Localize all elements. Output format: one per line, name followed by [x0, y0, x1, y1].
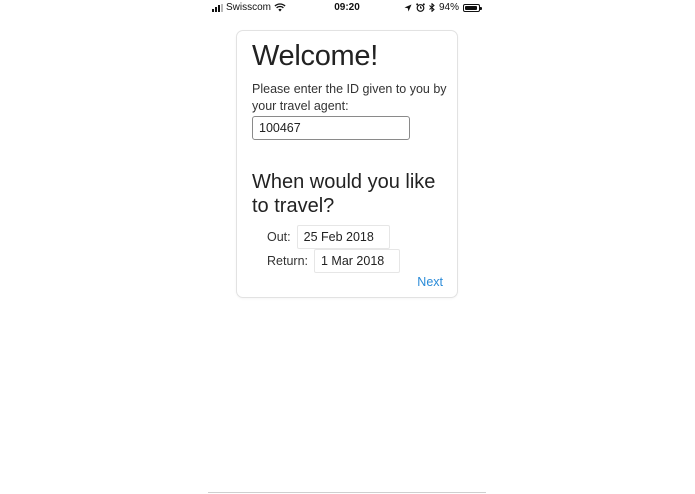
status-right: 94% — [404, 2, 482, 13]
id-prompt: Please enter the ID given to you by your… — [252, 82, 447, 113]
status-bar: Swisscom 09:20 94% — [208, 0, 486, 16]
travel-question: When would you like to travel? — [252, 171, 436, 217]
home-indicator-line — [208, 492, 486, 493]
location-arrow-icon — [404, 4, 412, 11]
battery-fill — [465, 5, 478, 10]
page-title: Welcome! — [252, 40, 378, 72]
return-date-field[interactable]: 1 Mar 2018 — [314, 249, 400, 273]
return-date-label: Return: — [267, 254, 308, 268]
travel-id-input[interactable] — [252, 116, 410, 140]
out-date-field[interactable]: 25 Feb 2018 — [296, 225, 390, 249]
battery-percent: 94% — [438, 2, 459, 13]
out-date-label: Out: — [267, 230, 291, 244]
out-date-row: Out: 25 Feb 2018 — [267, 225, 390, 249]
next-button[interactable]: Next — [417, 275, 443, 289]
return-date-row: Return: 1 Mar 2018 — [267, 249, 400, 273]
alarm-icon — [416, 3, 425, 12]
welcome-card: Welcome! Please enter the ID given to yo… — [236, 30, 458, 298]
battery-icon — [463, 3, 482, 12]
bluetooth-icon — [429, 3, 435, 12]
